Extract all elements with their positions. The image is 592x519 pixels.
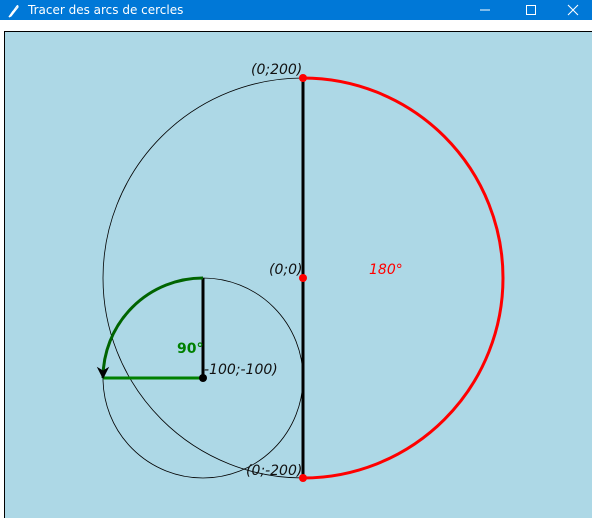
label-arc-90: 90° xyxy=(177,341,203,357)
title-bar[interactable]: Tracer des arcs de cercles xyxy=(0,0,592,20)
label-point-bottom: (0;-200) xyxy=(246,463,302,479)
close-icon xyxy=(567,1,579,20)
label-point-top: (0;200) xyxy=(251,62,302,78)
red-arc-180 xyxy=(302,76,505,480)
label-point-origin: (0;0) xyxy=(269,262,302,278)
drawing-canvas[interactable]: (0;200) (0;0) (0;-200) -100;-100) 180° 9… xyxy=(4,31,592,518)
window-title: Tracer des arcs de cercles xyxy=(28,3,184,17)
minimize-button[interactable] xyxy=(462,0,508,20)
feather-pen-icon xyxy=(6,3,20,18)
minimize-icon xyxy=(479,1,491,20)
maximize-button[interactable] xyxy=(508,0,554,20)
label-point-small-center: -100;-100) xyxy=(204,362,278,378)
green-arc-90 xyxy=(101,276,204,379)
close-button[interactable] xyxy=(554,0,592,20)
maximize-icon xyxy=(525,1,537,20)
label-arc-180: 180° xyxy=(369,262,403,278)
